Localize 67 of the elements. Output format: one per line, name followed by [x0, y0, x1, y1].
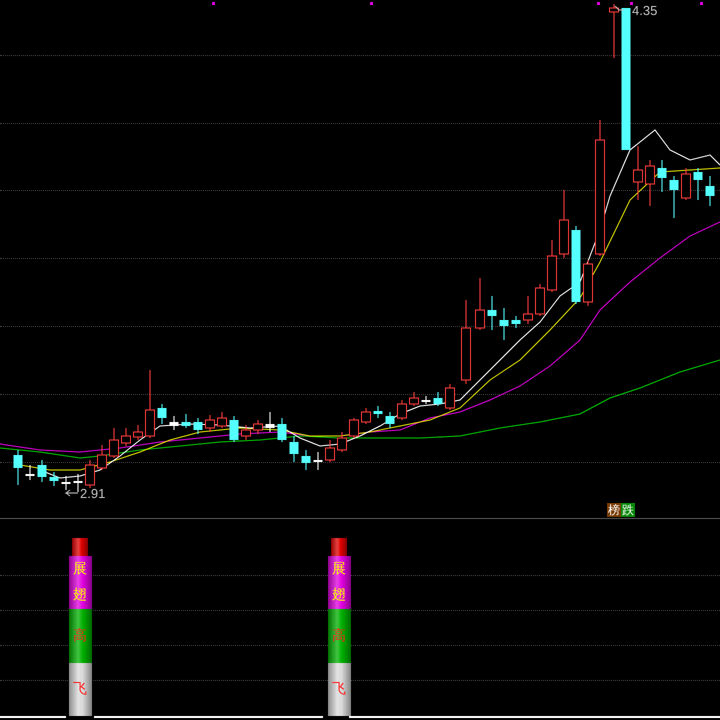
candlestick	[583, 260, 593, 306]
bar-label: 翅	[332, 588, 346, 604]
candlestick	[645, 160, 655, 206]
price-low-label: 2.91	[80, 487, 106, 501]
candlestick	[62, 476, 70, 490]
candlestick	[397, 400, 407, 420]
candlestick	[241, 424, 251, 440]
candlestick	[523, 296, 533, 324]
candlestick	[205, 414, 215, 432]
candlestick	[488, 296, 496, 330]
price-high-label: 4.35	[632, 4, 658, 18]
candlestick	[85, 460, 95, 488]
candlestick	[337, 432, 347, 452]
candlestick	[26, 464, 34, 480]
candlestick	[170, 416, 178, 430]
candlestick	[38, 460, 46, 482]
candlestick	[670, 176, 678, 218]
bar-label: 高	[332, 628, 346, 644]
candlestick	[535, 284, 545, 316]
candlestick	[349, 418, 359, 438]
candlestick	[374, 406, 382, 418]
candlestick	[266, 412, 274, 432]
candlestick	[386, 412, 394, 428]
candlestick	[302, 450, 310, 470]
candlestick	[325, 440, 335, 462]
candlestick	[182, 414, 190, 428]
signal-badge: 跌	[621, 503, 635, 517]
candlestick	[475, 278, 485, 330]
bar-label: 飞	[332, 682, 346, 697]
candlestick	[278, 418, 286, 442]
candlestick	[253, 420, 263, 434]
candlestick	[500, 308, 508, 340]
bar-label: 翅	[73, 588, 87, 604]
bar-label: 展	[73, 562, 87, 577]
candlestick	[512, 316, 520, 328]
candlestick	[681, 168, 691, 200]
candlestick	[14, 450, 22, 486]
candlestick	[694, 168, 702, 200]
candlestick	[658, 160, 666, 192]
signal-badge: 榜	[607, 503, 621, 517]
candlestick	[230, 416, 238, 442]
candlestick	[217, 412, 227, 428]
candlestick	[158, 404, 166, 424]
candlestick	[706, 176, 714, 206]
candlestick	[314, 452, 322, 470]
candlestick	[97, 444, 107, 470]
candlestick	[145, 370, 155, 438]
candlestick	[559, 190, 569, 258]
candlestick	[422, 396, 430, 404]
candlestick	[445, 384, 455, 410]
candlestick	[409, 392, 419, 406]
candlestick	[50, 472, 58, 486]
leader-line	[614, 6, 624, 10]
candlestick	[361, 408, 371, 424]
candlestick	[133, 424, 143, 440]
bar-label: 展	[332, 562, 346, 577]
candlestick	[633, 146, 643, 200]
bar-label: 飞	[73, 682, 87, 697]
candlestick	[74, 474, 82, 492]
candlestick	[434, 392, 442, 406]
candlestick	[290, 436, 298, 462]
candlestick	[547, 240, 557, 292]
candlestick	[194, 418, 202, 434]
bar-label: 高	[73, 628, 87, 644]
candlestick	[109, 428, 119, 458]
candlestick	[609, 4, 619, 58]
candlestick	[121, 428, 131, 446]
